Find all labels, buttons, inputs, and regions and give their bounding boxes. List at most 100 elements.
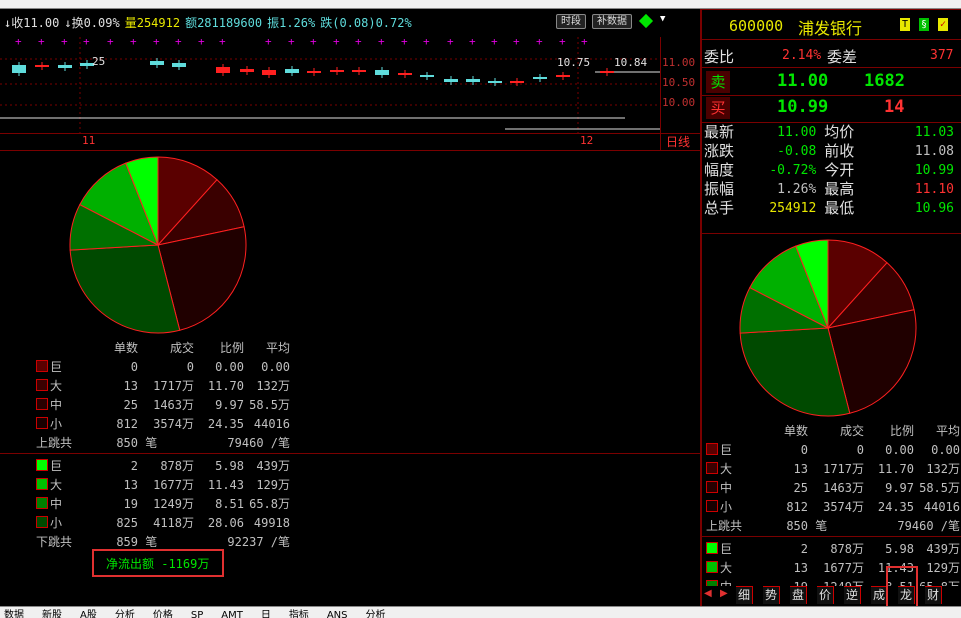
- table-row: 中 25 1463万 9.97 58.5万: [706, 479, 960, 498]
- fill-data-button[interactable]: 补数据: [592, 14, 632, 29]
- period-label[interactable]: 日线: [666, 133, 690, 150]
- signal-marker-icon: +: [447, 37, 454, 48]
- tab-prev-icon[interactable]: ◀: [704, 588, 712, 599]
- quote-stats: 最新 11.00 均价 11.03 涨跌 -0.08 前收 11.08 幅度 -0.72% 今开 10…: [702, 123, 961, 218]
- stat-value: 11.03: [914, 125, 954, 140]
- t-badge-icon[interactable]: T: [900, 18, 911, 31]
- ratio-cell: 11.43: [207, 478, 244, 492]
- total-count: 850: [116, 436, 138, 450]
- check-badge-icon[interactable]: ✓: [938, 18, 949, 31]
- net-outflow-label: 净流出额 -1169万: [106, 557, 210, 571]
- size-label: 中: [50, 497, 63, 511]
- total-label: 上跳共: [36, 436, 73, 450]
- stat-label: 均价: [824, 123, 855, 141]
- average-cell: 0.00: [261, 360, 290, 374]
- size-label: 中: [720, 481, 733, 495]
- signal-marker-icon: +: [401, 37, 408, 48]
- total-unit: 笔: [815, 519, 828, 533]
- candle-body: [600, 71, 614, 73]
- table-header: 单数 成交 比例 平均: [36, 339, 290, 358]
- quote-row: 涨跌 -0.08 前收 11.08: [702, 142, 954, 161]
- row-label: 巨: [706, 441, 754, 460]
- color-swatch-icon: [706, 481, 718, 493]
- stat-value: 11.00: [777, 125, 817, 140]
- date-label: 12: [580, 134, 594, 147]
- signal-marker-icon: +: [581, 37, 588, 48]
- amount-cell: 4118万: [153, 516, 194, 530]
- color-swatch-icon: [706, 561, 718, 573]
- size-label: 巨: [50, 459, 63, 473]
- row-label: 小: [36, 514, 84, 533]
- stat-label: 前收: [824, 142, 855, 160]
- row-label: 小: [36, 415, 84, 434]
- average-cell: 58.5万: [919, 481, 960, 495]
- tab-4[interactable]: 逆: [844, 586, 862, 604]
- signal-marker-icon: +: [513, 37, 520, 48]
- table-header: 单数 成交 比例 平均: [706, 422, 960, 441]
- kline-info-bar: ↓收11.00 ↓换0.09% 量254912 额281189600 振1.26% 跌(0…: [4, 14, 417, 31]
- stat-value: 1.26%: [777, 182, 817, 197]
- weibi-value: 2.14%: [782, 48, 822, 63]
- count-cell: 825: [116, 516, 138, 530]
- kline-panel[interactable]: ↓收11.00 ↓换0.09% 量254912 额281189600 振1.26% 跌(0…: [0, 9, 700, 150]
- stat-label: 幅度: [704, 161, 735, 179]
- tab-0[interactable]: 细: [736, 586, 754, 604]
- dropdown-icon[interactable]: ▼: [660, 14, 665, 24]
- top-toolbar-strip: [0, 0, 961, 9]
- kline-info-item: 额281189600: [185, 16, 263, 30]
- capital-flow-pie-left: [69, 156, 247, 334]
- row-label: 中: [36, 396, 84, 415]
- row-label: 大: [706, 559, 754, 578]
- candle-body: [488, 81, 502, 83]
- signal-marker-icon: +: [310, 37, 317, 48]
- weicha-label: 委差: [827, 48, 858, 66]
- ratio-cell: 0.00: [885, 443, 914, 457]
- row-label: 大: [36, 476, 84, 495]
- total-average: 79460 /笔: [227, 436, 290, 450]
- count-cell: 25: [123, 398, 138, 412]
- ratio-cell: 0.00: [215, 360, 244, 374]
- signal-marker-icon: +: [469, 37, 476, 48]
- ratio-cell: 9.97: [885, 481, 914, 495]
- column-header: 比例: [889, 424, 914, 438]
- stat-label: 最高: [824, 180, 855, 198]
- diamond-icon[interactable]: [638, 13, 654, 29]
- signal-marker-icon: +: [423, 37, 430, 48]
- tab-3[interactable]: 价: [817, 586, 835, 604]
- column-header: 单数: [113, 341, 138, 355]
- kline-info-item: ↓换0.09%: [64, 16, 120, 30]
- size-label: 大: [720, 462, 733, 476]
- candle-body: [216, 67, 230, 73]
- signal-marker-icon: +: [219, 37, 226, 48]
- time-segment-button[interactable]: 时段: [556, 14, 586, 29]
- bottom-tab-bar: ◀ ▶ 细势盘价逆成龙财: [702, 586, 961, 604]
- margin-badge-icon[interactable]: §: [919, 18, 930, 31]
- amount-cell: 0: [856, 443, 864, 457]
- color-swatch-icon: [36, 379, 48, 391]
- table-row: 巨 0 0 0.00 0.00: [706, 441, 960, 460]
- candle-body: [533, 77, 547, 79]
- kline-chart[interactable]: + + + + + + + + + + + + + + + + + + + + + + + + +: [0, 37, 660, 135]
- count-cell: 13: [793, 561, 808, 575]
- table-row: 大 13 1677万 11.43 129万: [706, 559, 960, 578]
- count-cell: 25: [793, 481, 808, 495]
- stat-label: 总手: [704, 199, 735, 217]
- average-cell: 439万: [926, 542, 960, 556]
- tab-next-icon[interactable]: ▶: [720, 588, 728, 599]
- stat-value: 11.10: [914, 182, 954, 197]
- size-label: 中: [50, 398, 63, 412]
- amount-cell: 1717万: [823, 462, 864, 476]
- ratio-cell: 5.98: [885, 542, 914, 556]
- total-label: 上跳共: [706, 519, 743, 533]
- tab-2[interactable]: 盘: [790, 586, 808, 604]
- amount-cell: 878万: [830, 542, 864, 556]
- inflow-table-right: 单数 成交 比例 平均巨 0 0 0.00 0.00 大 13 1717万 11.70 132万中 25 1…: [706, 422, 960, 536]
- tab-7[interactable]: 财: [925, 586, 943, 604]
- tab-1[interactable]: 势: [763, 586, 781, 604]
- count-cell: 0: [800, 443, 808, 457]
- signal-marker-icon: +: [355, 37, 362, 48]
- average-cell: 0.00: [931, 443, 960, 457]
- stat-label: 涨跌: [704, 142, 735, 160]
- average-cell: 65.8万: [249, 497, 290, 511]
- candle-body: [58, 65, 72, 68]
